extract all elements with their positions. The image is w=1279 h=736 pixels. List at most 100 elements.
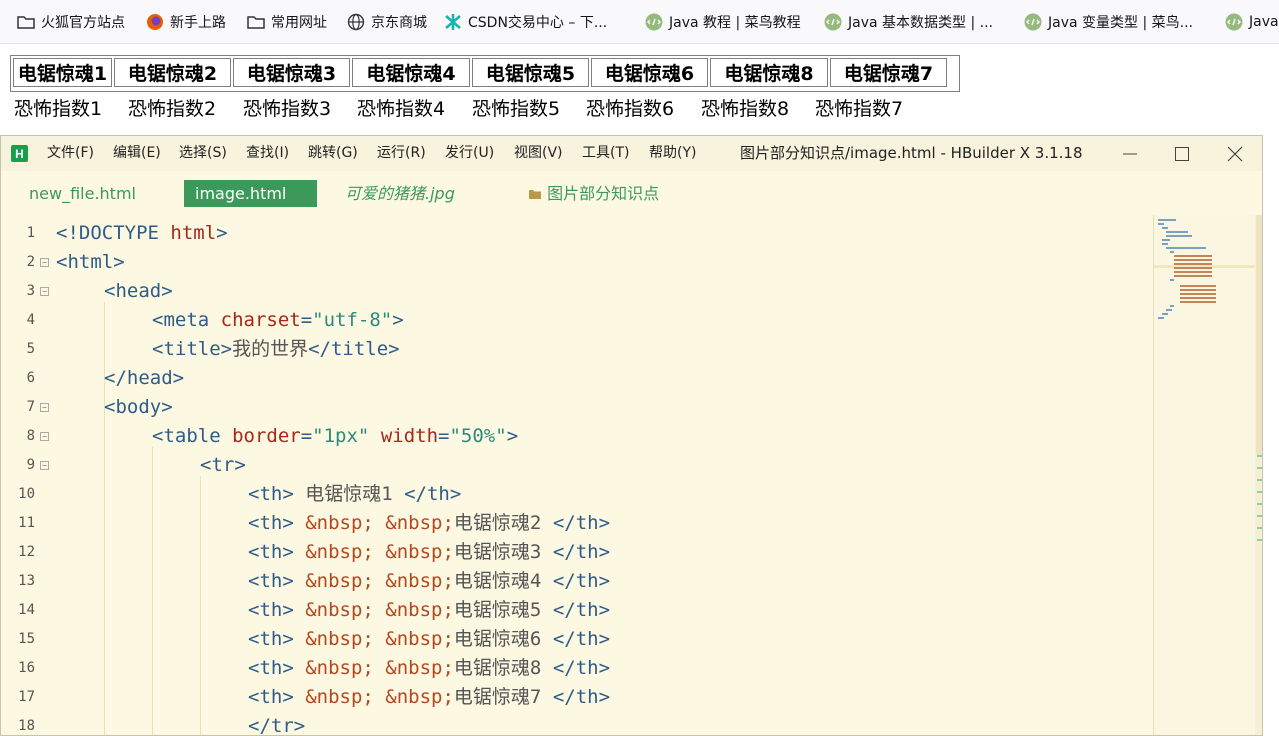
bookmark-label: 火狐官方站点 (41, 15, 125, 31)
bookmark-java-tutorial[interactable]: Java 教程 | 菜鸟教程 (644, 0, 801, 43)
code-token: <th> (248, 541, 294, 563)
code-token: &nbsp; &nbsp; (293, 599, 454, 621)
code-line: 7 − <body> (1, 393, 1153, 422)
code-token: <th> (248, 628, 294, 650)
table-header-cell: 电锯惊魂2 (114, 58, 231, 87)
folder-icon (247, 16, 265, 29)
bookmark-label: Java 教程 | 菜鸟教程 (669, 15, 801, 31)
code-token: </th> (552, 628, 611, 650)
minimize-button[interactable] (1105, 136, 1155, 171)
bookmark-label: CSDN交易中心 – 下... (468, 15, 608, 31)
bookmark-label: 常用网址 (271, 15, 327, 31)
rendered-table: 电锯惊魂1 电锯惊魂2 电锯惊魂3 电锯惊魂4 电锯惊魂5 电锯惊魂6 电锯惊魂… (10, 55, 960, 92)
menu-publish[interactable]: 发行(U) (445, 136, 494, 171)
table-cell: 恐怖指数2 (128, 98, 217, 120)
bookmark-getting-started[interactable]: 新手上路 (145, 0, 226, 43)
code-token: border (232, 425, 301, 447)
table-cell: 恐怖指数7 (815, 98, 904, 120)
tab-new-file[interactable]: new_file.html (29, 180, 136, 207)
runoob-icon (1024, 13, 1042, 31)
line-number: 12 (18, 544, 35, 560)
csdn-icon (445, 14, 461, 30)
bookmark-java-variable-types[interactable]: Java 变量类型 | 菜鸟... (1023, 0, 1193, 43)
runoob-icon (824, 13, 842, 31)
line-number: 6 (26, 370, 35, 386)
code-token: 电锯惊魂4 (453, 570, 553, 592)
menu-goto[interactable]: 跳转(G) (308, 136, 358, 171)
fold-toggle-icon[interactable]: − (40, 461, 49, 470)
bookmark-csdn[interactable]: CSDN交易中心 – 下... (443, 0, 608, 43)
tab-project-folder[interactable]: 图片部分知识点 (528, 180, 659, 207)
maximize-button[interactable] (1157, 136, 1207, 171)
table-header-cell: 电锯惊魂8 (710, 58, 828, 87)
line-number: 13 (18, 573, 35, 589)
table-header-cell: 电锯惊魂4 (352, 58, 470, 87)
code-token: > (216, 222, 228, 244)
table-cell: 恐怖指数3 (243, 98, 332, 120)
code-token: <table (152, 425, 233, 447)
menu-find[interactable]: 查找(I) (246, 136, 289, 171)
fold-toggle-icon[interactable]: − (40, 432, 49, 441)
fold-toggle-icon[interactable]: − (40, 258, 49, 267)
table-cell: 恐怖指数1 (14, 98, 103, 120)
bookmark-folder-firefox-official[interactable]: 火狐官方站点 (16, 0, 125, 43)
minimap[interactable] (1153, 215, 1258, 735)
hbuilder-window: H 文件(F) 编辑(E) 选择(S) 查找(I) 跳转(G) 运行(R) 发行… (0, 135, 1263, 736)
code-text: <th> 电锯惊魂1 </th> (248, 480, 461, 509)
minimize-icon (1123, 153, 1137, 154)
close-button[interactable] (1210, 136, 1260, 171)
menu-edit[interactable]: 编辑(E) (113, 136, 161, 171)
line-number: 14 (18, 602, 35, 618)
bookmark-label: 京东商城 (371, 15, 427, 31)
menu-help[interactable]: 帮助(Y) (649, 136, 696, 171)
line-number: 17 (18, 689, 35, 705)
minimap-preview (1154, 219, 1258, 319)
bookmark-folder-common-sites[interactable]: 常用网址 (246, 0, 327, 43)
menu-file[interactable]: 文件(F) (47, 136, 94, 171)
fold-toggle-icon[interactable]: − (40, 403, 49, 412)
bookmark-label: Java 变量类型 | 菜鸟... (1048, 15, 1193, 31)
tab-pig-jpg[interactable]: 可爱的猪猪.jpg (345, 180, 455, 207)
code-editor[interactable]: 1 <!DOCTYPE html> 2 − <html> 3 − <head> … (1, 215, 1153, 735)
folder-icon (17, 16, 35, 29)
bookmark-java-overflow[interactable]: Java (1224, 0, 1279, 43)
code-line: 18 </tr> (1, 712, 1153, 735)
code-token: > (506, 425, 519, 447)
code-token: &nbsp; &nbsp; (293, 628, 454, 650)
globe-icon (347, 13, 365, 31)
table-cell: 恐怖指数8 (701, 98, 790, 120)
code-line: 4 <meta charset="utf-8"> (1, 306, 1153, 335)
menu-select[interactable]: 选择(S) (179, 136, 227, 171)
code-token: html (170, 222, 217, 244)
tab-image-html-active[interactable]: image.html (184, 180, 317, 207)
code-token: </th> (404, 483, 462, 505)
menu-tools[interactable]: 工具(T) (582, 136, 629, 171)
bookmark-jd[interactable]: 京东商城 (346, 0, 427, 43)
code-token: 电锯惊魂6 (453, 628, 553, 650)
code-token: "utf-8" (312, 309, 393, 331)
code-token: 我的世界 (232, 338, 309, 360)
code-token: </th> (552, 512, 611, 534)
menu-view[interactable]: 视图(V) (514, 136, 563, 171)
line-number: 11 (18, 515, 35, 531)
code-token: = (300, 309, 313, 331)
code-line: 16 <th> &nbsp; &nbsp;电锯惊魂8 </th> (1, 654, 1153, 683)
runoob-icon (1225, 13, 1243, 31)
firefox-icon (147, 14, 163, 30)
code-line: 10 <th> 电锯惊魂1 </th> (1, 480, 1153, 509)
table-header-cell: 电锯惊魂1 (13, 58, 112, 87)
code-token: 电锯惊魂3 (453, 541, 553, 563)
fold-toggle-icon[interactable]: − (40, 287, 49, 296)
code-text: <table border="1px" width="50%"> (152, 422, 518, 451)
code-line: 11 <th> &nbsp; &nbsp;电锯惊魂2 </th> (1, 509, 1153, 538)
line-number: 8 (26, 428, 35, 444)
vertical-scrollbar[interactable] (1255, 215, 1262, 735)
code-token: </th> (552, 541, 611, 563)
code-text: <title>我的世界</title> (152, 335, 400, 364)
menu-run[interactable]: 运行(R) (377, 136, 426, 171)
code-token: </th> (552, 686, 611, 708)
table-header-cell: 电锯惊魂7 (830, 58, 947, 87)
bookmark-java-data-types[interactable]: Java 基本数据类型 | ... (823, 0, 993, 43)
hbuilder-logo-icon: H (11, 145, 28, 162)
title-bar: H 文件(F) 编辑(E) 选择(S) 查找(I) 跳转(G) 运行(R) 发行… (1, 136, 1262, 171)
